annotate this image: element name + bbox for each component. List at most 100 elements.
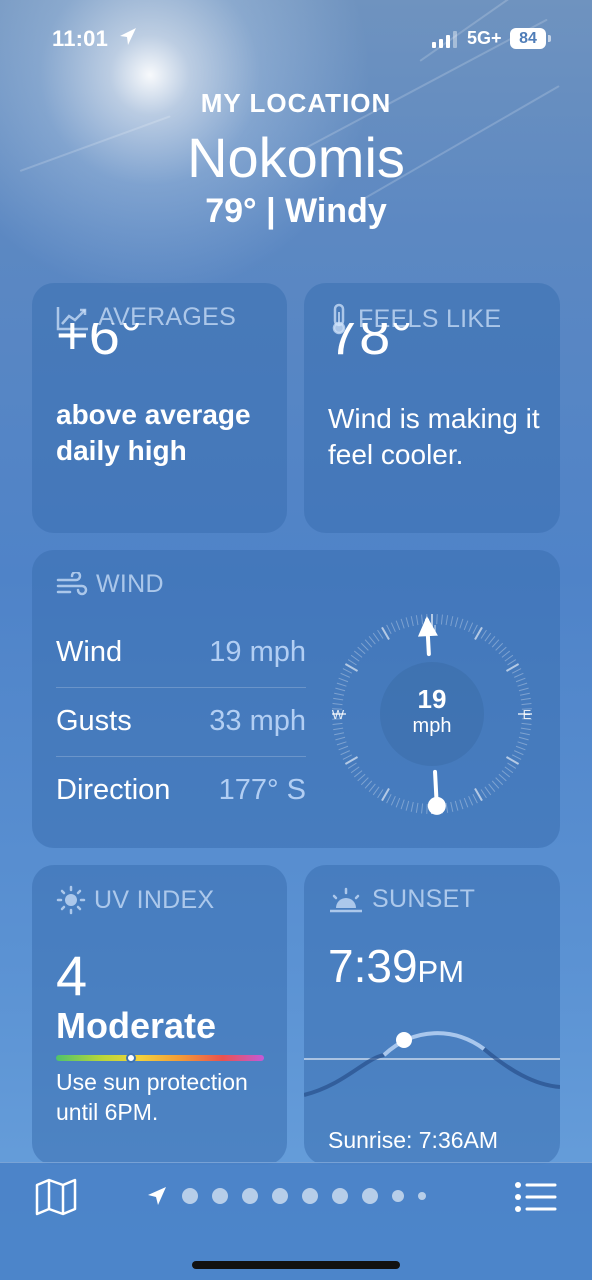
compass-tick [454,617,459,628]
compass-tick [488,635,496,645]
compass-tick [400,799,405,810]
compass-tick [415,802,419,813]
page-dot [242,1188,258,1204]
wind-row-label: Gusts [56,704,132,737]
compass-tick [511,754,522,760]
compass-tick [357,773,366,782]
averages-value-text: +6° [56,323,143,363]
compass-tick [463,797,469,808]
compass-tick [415,615,419,626]
compass-tick [421,614,424,625]
compass-tick [340,750,350,756]
compass-tick [511,668,522,674]
compass-tick [519,692,530,696]
averages-card[interactable]: AVERAGES +6° above average daily high [32,283,287,533]
feels-like-description: Wind is making it feel cooler. [328,403,540,470]
sunset-card[interactable]: SUNSET 7:39PM Sunrise: 7:36AM [304,865,560,1165]
compass-tick [505,756,520,765]
compass-tick [459,618,464,629]
compass-tick [410,801,414,812]
compass-tick [468,622,474,632]
uv-title-text: UV INDEX [94,885,215,914]
compass-tick [520,727,531,731]
compass-tick [498,773,507,782]
compass-tick [400,618,405,629]
compass-tick [426,803,428,814]
current-summary: 79° | Windy [205,192,387,230]
page-dot [362,1188,378,1204]
bottom-toolbar [0,1162,592,1280]
compass-tick [517,682,528,687]
feels-like-card[interactable]: FEELS LIKE 78° Wind is making it feel co… [304,283,560,533]
compass-north-label: N [427,622,436,637]
compass-tick [357,646,366,655]
sunset-icon [330,887,362,912]
page-dot [182,1188,198,1204]
compass-tick [521,703,532,706]
compass-tick [390,622,396,632]
page-indicator[interactable] [146,1185,426,1207]
compass-tick [353,650,363,658]
compass-tick [450,801,454,812]
compass-tick [507,659,517,666]
compass-tick [504,766,514,774]
averages-value: +6° [56,323,142,363]
compass-tick [480,789,487,799]
wind-title: WIND [56,570,164,599]
city-name: Nokomis [187,126,405,189]
compass-tick [463,620,469,631]
sun-path-evening [482,1047,560,1089]
compass-tick [472,624,478,635]
list-icon[interactable] [514,1179,558,1215]
compass-tick [459,799,464,810]
feels-like-value: 78° [328,323,413,363]
compass-tick [421,803,424,814]
network-type: 5G+ [467,28,502,48]
compass-tick [480,629,487,639]
compass-tick [518,687,529,692]
page-dot [272,1188,288,1204]
wind-title-text: WIND [96,570,164,598]
map-icon[interactable] [34,1177,78,1217]
compass-tick [504,654,514,662]
uv-value: 4 [56,944,88,1007]
compass-tick [445,802,449,813]
home-indicator [192,1261,400,1269]
compass-tick [405,617,410,628]
compass-tick [342,668,353,674]
compass-tick [344,756,359,765]
page-dot [418,1192,426,1200]
compass-tick [390,796,396,806]
wind-row-value: 177° S [218,773,306,806]
compass-tick [436,614,438,625]
sun-path-graph [304,1031,560,1097]
compass-tick [360,642,369,651]
compass-tick [333,697,344,701]
compass-tick [360,777,369,786]
wind-row-label: Direction [56,773,171,806]
compass-tick [405,800,410,811]
compass-tick [491,780,500,789]
battery-nub [548,35,551,42]
page-dot [332,1188,348,1204]
compass-tick [377,789,384,799]
wind-row-speed: Wind 19 mph [56,618,306,686]
sunset-time-value: 7:39 [328,940,418,992]
wind-card[interactable]: WIND Wind 19 mph Gusts 33 mph Direction … [32,550,560,848]
compass-tick [514,672,524,678]
compass-tick [336,741,347,746]
compass-tick [353,770,363,778]
compass-tick [484,632,492,642]
compass-tick [338,745,349,751]
compass-tick [488,783,496,793]
compass-tick [386,624,392,635]
uv-title: UV INDEX [56,885,214,915]
uv-index-card[interactable]: UV INDEX 4 Moderate Use sun protection u… [32,865,287,1165]
compass-tick [468,796,474,806]
compass-tick [344,663,359,672]
compass-tick [501,650,511,658]
sunset-title: SUNSET [328,885,475,914]
wind-row-label: Wind [56,635,123,668]
compass-tick [519,732,530,736]
location-arrow-icon [148,1187,166,1205]
